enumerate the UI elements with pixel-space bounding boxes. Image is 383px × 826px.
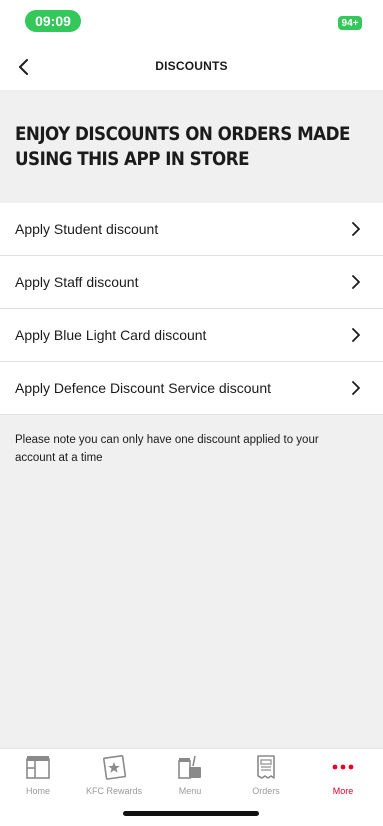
discounts-banner: ENJOY DISCOUNTS ON ORDERS MADE USING THI… (0, 90, 383, 203)
tab-label: More (332, 786, 354, 796)
list-item-label: Apply Staff discount (15, 274, 139, 290)
list-item-label: Apply Student discount (15, 221, 159, 237)
chevron-right-icon (352, 328, 360, 342)
status-time: 09:09 (25, 10, 81, 32)
battery-indicator: 94+ (338, 16, 362, 30)
chevron-right-icon (352, 275, 360, 289)
tab-label: Home (25, 786, 50, 796)
banner-title: ENJOY DISCOUNTS ON ORDERS MADE USING THI… (15, 123, 350, 170)
tab-kfc-rewards[interactable]: KFC Rewards (76, 753, 152, 803)
chevron-right-icon (352, 381, 360, 395)
defence-discount-item[interactable]: Apply Defence Discount Service discount (0, 362, 383, 415)
home-indicator (123, 811, 259, 816)
discounts-screen: 09:09 94+ DISCOUNTS ENJOY DISCOUNTS ON O… (0, 0, 383, 826)
more-dots-icon (329, 753, 357, 781)
note-area: Please note you can only have one discou… (0, 415, 383, 748)
receipt-icon (252, 753, 280, 781)
tab-orders[interactable]: Orders (228, 753, 304, 803)
menu-food-icon (176, 753, 204, 781)
staff-discount-item[interactable]: Apply Staff discount (0, 256, 383, 309)
blue-light-card-discount-item[interactable]: Apply Blue Light Card discount (0, 309, 383, 362)
home-icon (24, 753, 52, 781)
tab-menu[interactable]: Menu (152, 753, 228, 803)
discount-list: Apply Student discount Apply Staff disco… (0, 203, 383, 415)
status-bar: 09:09 94+ (0, 0, 383, 44)
chevron-right-icon (352, 222, 360, 236)
discount-note: Please note you can only have one discou… (15, 434, 319, 464)
rewards-card-icon (100, 753, 128, 781)
tab-home[interactable]: Home (0, 753, 76, 803)
list-item-label: Apply Defence Discount Service discount (15, 380, 272, 396)
student-discount-item[interactable]: Apply Student discount (0, 203, 383, 256)
tab-label: KFC Rewards (85, 786, 142, 796)
tab-label: Orders (252, 786, 280, 796)
nav-header: DISCOUNTS (0, 44, 383, 90)
page-title: DISCOUNTS (155, 59, 228, 73)
tab-more[interactable]: More (305, 753, 381, 803)
list-item-label: Apply Blue Light Card discount (15, 327, 207, 343)
tab-label: Menu (178, 786, 202, 796)
